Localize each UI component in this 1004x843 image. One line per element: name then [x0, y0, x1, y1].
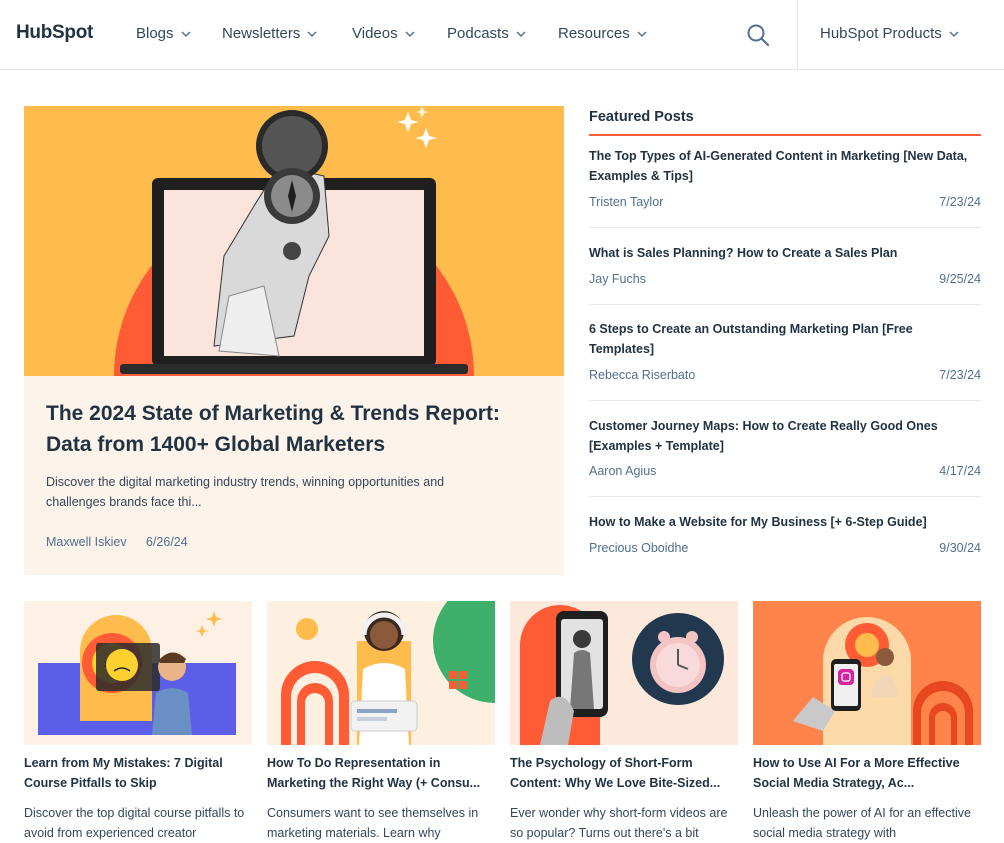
chevron-down-icon: [405, 31, 415, 37]
hero-title[interactable]: The 2024 State of Marketing & Trends Rep…: [46, 398, 546, 460]
nav-resources[interactable]: Resources: [558, 25, 648, 42]
article-card-title[interactable]: The Psychology of Short-Form Content: Wh…: [510, 753, 738, 793]
featured-divider: [589, 496, 981, 497]
featured-post-author[interactable]: Aaron Agius: [589, 464, 656, 478]
nav-label: Blogs: [136, 25, 174, 42]
featured-post-title[interactable]: The Top Types of AI-Generated Content in…: [589, 146, 981, 186]
hubspot-logo[interactable]: HubSpot: [16, 22, 93, 44]
hero-article-card: The 2024 State of Marketing & Trends Rep…: [24, 106, 564, 575]
nav-newsletters[interactable]: Newsletters: [222, 25, 318, 42]
featured-post-title[interactable]: How to Make a Website for My Business [+…: [589, 512, 981, 532]
featured-posts-heading: Featured Posts: [589, 109, 694, 125]
hero-author-link[interactable]: Maxwell Iskiev: [46, 535, 127, 549]
featured-post: What is Sales Planning? How to Create a …: [589, 243, 981, 286]
featured-post-title[interactable]: 6 Steps to Create an Outstanding Marketi…: [589, 319, 981, 359]
nav-videos[interactable]: Videos: [352, 25, 416, 42]
nav-podcasts[interactable]: Podcasts: [447, 25, 527, 42]
featured-post: Customer Journey Maps: How to Create Rea…: [589, 416, 981, 478]
article-card-description: Ever wonder why short-form videos are so…: [510, 806, 728, 840]
nav-blogs[interactable]: Blogs: [136, 25, 192, 42]
article-card-title[interactable]: How To Do Representation in Marketing th…: [267, 753, 495, 793]
logo-text: HubSpot: [16, 22, 94, 43]
article-card-description: Discover the top digital course pitfalls…: [24, 806, 245, 840]
article-card-title[interactable]: How to Use AI For a More Effective Socia…: [753, 753, 981, 793]
hero-date: 6/26/24: [146, 535, 188, 549]
featured-divider: [589, 304, 981, 305]
article-card: How to Use AI For a More Effective Socia…: [753, 601, 981, 843]
featured-post: How to Make a Website for My Business [+…: [589, 512, 981, 555]
featured-post-title[interactable]: Customer Journey Maps: How to Create Rea…: [589, 416, 981, 456]
featured-post-date: 9/30/24: [939, 541, 981, 555]
featured-post-date: 7/23/24: [939, 368, 981, 382]
header-divider: [797, 0, 798, 69]
article-card: x x Learn from My Mistakes: 7 Digital Co…: [24, 601, 252, 843]
featured-post-author[interactable]: Rebecca Riserbato: [589, 368, 695, 382]
article-card-image[interactable]: x x: [24, 601, 252, 745]
chevron-down-icon: [516, 31, 526, 37]
products-label: HubSpot Products: [820, 25, 942, 42]
article-card-description: Unleash the power of AI for an effective…: [753, 806, 971, 840]
nav-label: Videos: [352, 25, 398, 42]
featured-divider: [589, 400, 981, 401]
nav-label: Resources: [558, 25, 630, 42]
article-card: The Psychology of Short-Form Content: Wh…: [510, 601, 738, 843]
featured-post-date: 9/25/24: [939, 272, 981, 286]
nav-label: Newsletters: [222, 25, 301, 42]
featured-post-date: 4/17/24: [939, 464, 981, 478]
featured-post-date: 7/23/24: [939, 195, 981, 209]
chevron-down-icon: [181, 31, 191, 37]
featured-post: The Top Types of AI-Generated Content in…: [589, 146, 981, 209]
article-card-image[interactable]: [510, 601, 738, 745]
chevron-down-icon: [307, 31, 317, 37]
hero-image[interactable]: [24, 106, 564, 376]
article-card-description: Consumers want to see themselves in mark…: [267, 806, 479, 840]
article-card-image[interactable]: [267, 601, 495, 745]
article-card-image[interactable]: [753, 601, 981, 745]
chevron-down-icon: [949, 31, 959, 37]
featured-post-title[interactable]: What is Sales Planning? How to Create a …: [589, 243, 981, 263]
hero-description: Discover the digital marketing industry …: [46, 475, 445, 509]
article-card-title[interactable]: Learn from My Mistakes: 7 Digital Course…: [24, 753, 252, 793]
featured-heading-rule: [589, 134, 981, 136]
hubspot-products-menu[interactable]: HubSpot Products: [820, 25, 960, 42]
site-header: HubSpot Blogs Newsletters Videos Podcast…: [0, 0, 1004, 70]
featured-post-author[interactable]: Precious Oboidhe: [589, 541, 688, 555]
nav-label: Podcasts: [447, 25, 509, 42]
featured-post-author[interactable]: Tristen Taylor: [589, 195, 663, 209]
article-card: How To Do Representation in Marketing th…: [267, 601, 495, 843]
chevron-down-icon: [637, 31, 647, 37]
featured-post-author[interactable]: Jay Fuchs: [589, 272, 646, 286]
search-icon[interactable]: [744, 21, 772, 49]
featured-post: 6 Steps to Create an Outstanding Marketi…: [589, 319, 981, 382]
featured-divider: [589, 227, 981, 228]
